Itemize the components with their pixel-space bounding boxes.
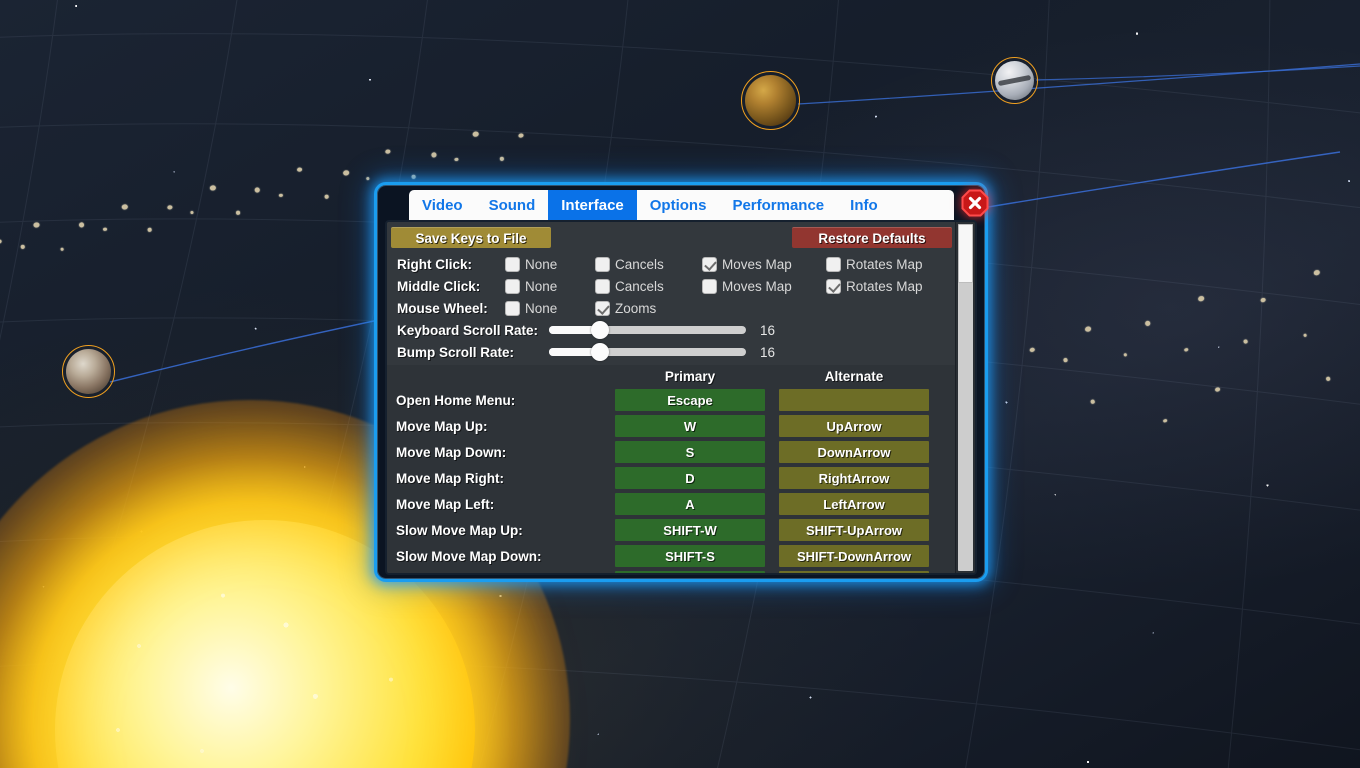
alternate-key-button[interactable]: SHIFT-DownArrow — [779, 545, 929, 567]
mouse-wheel-zooms-label: Zooms — [615, 300, 657, 316]
planet-selection-ring — [62, 345, 115, 398]
saturn-planet[interactable] — [991, 57, 1038, 104]
right-click-none-label: None — [525, 256, 558, 272]
mouse-wheel-label: Mouse Wheel: — [397, 300, 488, 316]
keyboard-scroll-rate-label: Keyboard Scroll Rate: — [397, 322, 539, 338]
bump-scroll-rate-row: Bump Scroll Rate: 16 — [387, 341, 955, 363]
middle-click-none-checkbox[interactable] — [505, 278, 520, 294]
alternate-key-button[interactable]: DownArrow — [779, 441, 929, 463]
settings-action-row: Save Keys to File Restore Defaults — [387, 227, 955, 250]
mouse-wheel-option-row: Mouse Wheel: None Zooms — [387, 297, 955, 319]
right-click-rotates-map-checkbox[interactable] — [826, 256, 841, 272]
keyboard-scroll-rate-value: 16 — [760, 322, 776, 338]
keyboard-scroll-rate-slider[interactable] — [549, 321, 746, 339]
tab-video[interactable]: Video — [409, 190, 476, 220]
table-row: Move Map Right: D RightArrow — [393, 465, 955, 491]
keybindings-table: Open Home Menu: Escape Move Map Up: W Up… — [387, 387, 955, 573]
space-background: Video Sound Interface Options Performanc… — [0, 0, 1360, 768]
action-label: Move Map Up: — [396, 418, 488, 434]
table-row: Move Map Up: W UpArrow — [393, 413, 955, 439]
scrollbar-track[interactable] — [958, 224, 973, 571]
middle-click-none-label: None — [525, 278, 558, 294]
primary-key-button[interactable] — [615, 571, 765, 573]
primary-key-button[interactable]: SHIFT-W — [615, 519, 765, 541]
action-label: Slow Move Map Down: — [396, 548, 542, 564]
right-click-none-checkbox[interactable] — [505, 256, 520, 272]
action-label: Move Map Left: — [396, 496, 495, 512]
slider-thumb[interactable] — [591, 343, 610, 361]
tab-options[interactable]: Options — [637, 190, 720, 220]
middle-click-moves-map-checkbox[interactable] — [702, 278, 717, 294]
right-click-moves-map-label: Moves Map — [722, 256, 792, 272]
mouse-wheel-none-checkbox[interactable] — [505, 300, 520, 316]
middle-click-option-row: Middle Click: None Cancels Moves Map Rot… — [387, 275, 955, 297]
alternate-key-button[interactable] — [779, 389, 929, 411]
panel-scroll-content: Save Keys to File Restore Defaults Right… — [387, 222, 955, 573]
right-click-cancels-label: Cancels — [615, 256, 664, 272]
middle-click-cancels-label: Cancels — [615, 278, 664, 294]
alternate-key-button[interactable]: SHIFT-UpArrow — [779, 519, 929, 541]
action-label: Slow Move Map Up: — [396, 522, 523, 538]
middle-click-cancels-checkbox[interactable] — [595, 278, 610, 294]
primary-key-button[interactable]: A — [615, 493, 765, 515]
bump-scroll-rate-slider[interactable] — [549, 343, 746, 361]
middle-click-moves-map-label: Moves Map — [722, 278, 792, 294]
right-click-label: Right Click: — [397, 256, 473, 272]
action-label: Open Home Menu: — [396, 392, 516, 408]
middle-click-rotates-map-label: Rotates Map — [846, 278, 923, 294]
primary-key-button[interactable]: W — [615, 415, 765, 437]
mouse-and-scroll-settings: Save Keys to File Restore Defaults Right… — [387, 222, 955, 365]
jupiter-planet[interactable] — [741, 71, 800, 130]
right-click-cancels-checkbox[interactable] — [595, 256, 610, 272]
keyboard-scroll-rate-row: Keyboard Scroll Rate: 16 — [387, 319, 955, 341]
mars-planet[interactable] — [62, 345, 115, 398]
slider-thumb[interactable] — [591, 321, 610, 339]
right-click-option-row: Right Click: None Cancels Moves Map Rota… — [387, 253, 955, 275]
middle-click-label: Middle Click: — [397, 278, 481, 294]
alternate-key-button[interactable]: UpArrow — [779, 415, 929, 437]
keybindings-header-row: Primary Alternate — [387, 365, 955, 387]
panel-scrollbar[interactable] — [955, 222, 975, 573]
primary-key-button[interactable]: S — [615, 441, 765, 463]
save-keys-to-file-button[interactable]: Save Keys to File — [391, 227, 551, 248]
settings-tab-bar: Video Sound Interface Options Performanc… — [409, 190, 954, 220]
middle-click-rotates-map-checkbox[interactable] — [826, 278, 841, 294]
mouse-wheel-none-label: None — [525, 300, 558, 316]
alternate-key-button[interactable]: LeftArrow — [779, 493, 929, 515]
right-click-moves-map-checkbox[interactable] — [702, 256, 717, 272]
table-row: Slow Move Map Up: SHIFT-W SHIFT-UpArrow — [393, 517, 955, 543]
scrollbar-thumb[interactable] — [958, 224, 973, 283]
tab-performance[interactable]: Performance — [719, 190, 837, 220]
tab-interface[interactable]: Interface — [548, 190, 637, 220]
action-label: Move Map Down: — [396, 444, 507, 460]
tab-info[interactable]: Info — [837, 190, 891, 220]
planet-selection-ring — [741, 71, 800, 130]
primary-column-header: Primary — [664, 368, 716, 384]
bump-scroll-rate-value: 16 — [760, 344, 776, 360]
interface-settings-panel: Save Keys to File Restore Defaults Right… — [385, 220, 977, 575]
action-label: Move Map Right: — [396, 470, 504, 486]
table-row: Move Map Down: S DownArrow — [393, 439, 955, 465]
table-row: Move Map Left: A LeftArrow — [393, 491, 955, 517]
primary-key-button[interactable]: D — [615, 467, 765, 489]
alternate-key-button[interactable]: RightArrow — [779, 467, 929, 489]
bump-scroll-rate-label: Bump Scroll Rate: — [397, 344, 515, 360]
right-click-rotates-map-label: Rotates Map — [846, 256, 923, 272]
settings-dialog: Video Sound Interface Options Performanc… — [374, 182, 989, 582]
tab-sound[interactable]: Sound — [476, 190, 549, 220]
asteroid-belt-right — [1004, 209, 1360, 500]
primary-key-button[interactable]: SHIFT-S — [615, 545, 765, 567]
close-icon[interactable] — [961, 189, 989, 217]
table-row: Open Home Menu: Escape — [393, 387, 955, 413]
restore-defaults-button[interactable]: Restore Defaults — [792, 227, 952, 248]
primary-key-button[interactable]: Escape — [615, 389, 765, 411]
table-row: Slow Move Map Down: SHIFT-S SHIFT-DownAr… — [393, 543, 955, 569]
mouse-wheel-zooms-checkbox[interactable] — [595, 300, 610, 316]
alternate-key-button[interactable] — [779, 571, 929, 573]
alternate-column-header: Alternate — [824, 368, 884, 384]
table-row-partial — [393, 569, 955, 573]
